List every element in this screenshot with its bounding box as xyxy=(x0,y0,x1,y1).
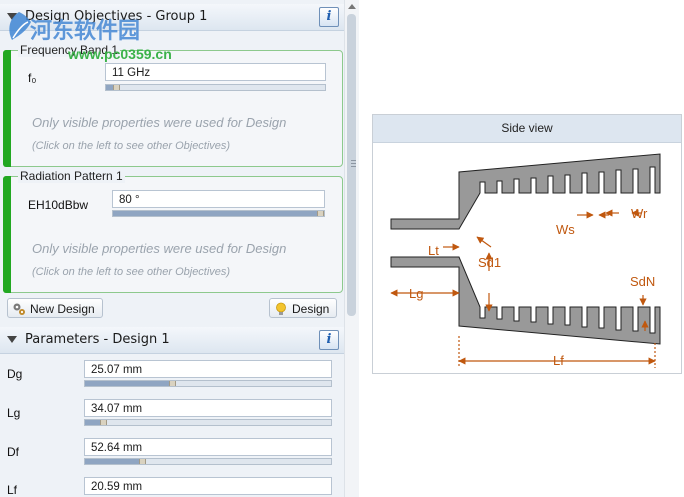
visibility-note: Only visible properties were used for De… xyxy=(32,115,287,130)
param-label: EH10dBbw xyxy=(28,198,89,212)
label-wr: Wr xyxy=(631,206,648,221)
value-slider[interactable] xyxy=(105,84,326,91)
dimension-lines xyxy=(390,209,656,368)
value-field[interactable]: 80 ° xyxy=(112,190,325,208)
label-sdn: SdN xyxy=(630,274,655,289)
new-design-label: New Design xyxy=(30,302,95,316)
watermark-url: www.pc0359.cn xyxy=(68,46,172,62)
gear-icon xyxy=(13,303,25,315)
param-slider[interactable] xyxy=(84,380,332,387)
lightbulb-icon xyxy=(276,302,286,315)
watermark-title: 河东软件园 xyxy=(30,19,141,44)
slider-thumb[interactable] xyxy=(112,85,120,90)
horn-top-wall xyxy=(390,153,661,230)
parameters-header[interactable]: Parameters - Design 1 i xyxy=(0,327,344,354)
slider-fill xyxy=(85,459,140,464)
grip-line xyxy=(351,166,356,167)
param-value-field[interactable]: 20.59 mm xyxy=(84,477,332,495)
slider-thumb[interactable] xyxy=(168,381,176,386)
visibility-note: Only visible properties were used for De… xyxy=(32,241,287,256)
section-title: Parameters - Design 1 xyxy=(25,332,170,347)
group-indicator-bar xyxy=(3,176,11,293)
objective-group-radiation-pattern[interactable]: Radiation Pattern 1 EH10dBbw 80 ° Only v… xyxy=(3,169,343,293)
param-label: Dg xyxy=(7,367,23,381)
slider-fill xyxy=(85,381,169,386)
click-hint: (Click on the left to see other Objectiv… xyxy=(32,140,231,152)
group-legend: Radiation Pattern 1 xyxy=(18,169,125,183)
side-view-title: Side view xyxy=(373,115,681,143)
value-slider[interactable] xyxy=(112,210,325,217)
label-lt: Lt xyxy=(428,243,439,258)
click-hint: (Click on the left to see other Objectiv… xyxy=(32,266,231,278)
param-value-field[interactable]: 25.07 mm xyxy=(84,360,332,378)
new-design-button[interactable]: New Design xyxy=(7,298,103,318)
slider-thumb[interactable] xyxy=(317,211,324,216)
param-slider[interactable] xyxy=(84,458,332,465)
value-field[interactable]: 11 GHz xyxy=(105,63,326,81)
label-lf: Lf xyxy=(553,353,564,368)
label-sd1: Sd1 xyxy=(478,255,501,270)
info-icon[interactable]: i xyxy=(319,7,339,27)
scroll-up-arrow-icon[interactable] xyxy=(348,4,356,9)
info-icon[interactable]: i xyxy=(319,330,339,350)
slider-fill xyxy=(113,211,317,216)
scrollbar-thumb[interactable] xyxy=(347,14,356,316)
param-slider[interactable] xyxy=(84,419,332,426)
collapse-triangle-icon[interactable] xyxy=(7,336,17,343)
grip-line xyxy=(351,163,356,164)
objective-group-frequency-band[interactable]: Frequency Band 1 f₀ 11 GHz Only visible … xyxy=(3,43,343,167)
label-lg: Lg xyxy=(409,286,423,301)
left-pane: Design Objectives - Group 1 i Frequency … xyxy=(0,0,344,497)
slider-thumb[interactable] xyxy=(99,420,107,425)
vertical-scrollbar[interactable] xyxy=(344,0,359,497)
design-label: Design xyxy=(292,302,330,316)
side-view-panel: Side view Lt Sd1 Lg Ws Wr SdN Lf xyxy=(372,114,682,374)
horn-diagram: Lt Sd1 Lg Ws Wr SdN Lf xyxy=(390,153,661,368)
param-label: Df xyxy=(7,445,19,459)
grip-line xyxy=(351,160,356,161)
param-value-field[interactable]: 52.64 mm xyxy=(84,438,332,456)
param-value-field[interactable]: 34.07 mm xyxy=(84,399,332,417)
slider-thumb[interactable] xyxy=(139,459,147,464)
horn-bottom-wall xyxy=(390,256,661,345)
label-ws: Ws xyxy=(556,222,575,237)
design-button[interactable]: Design xyxy=(269,298,337,318)
group-indicator-bar xyxy=(3,50,11,167)
param-label: f₀ xyxy=(28,71,37,85)
slider-fill xyxy=(85,420,100,425)
param-label: Lg xyxy=(7,406,21,420)
param-label: Lf xyxy=(7,483,18,497)
